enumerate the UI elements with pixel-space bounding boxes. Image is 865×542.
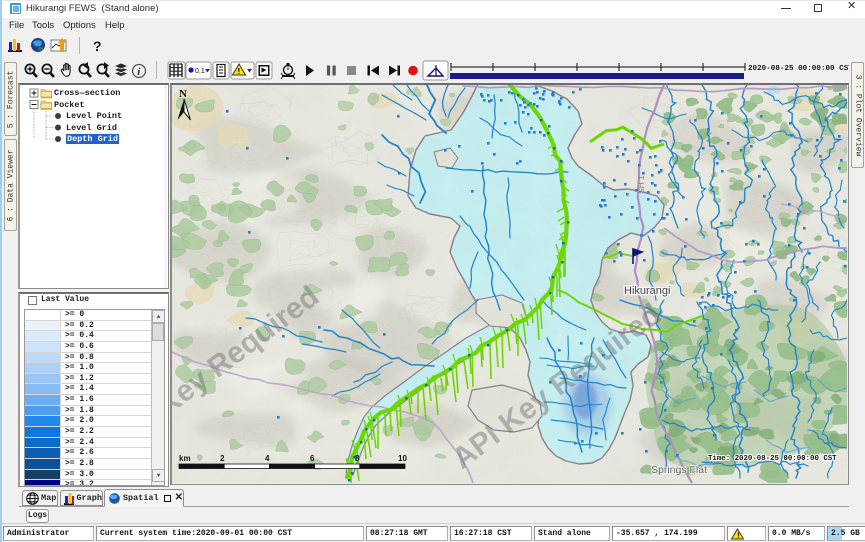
svg-text:10: 10 — [398, 454, 407, 463]
svg-text:8: 8 — [355, 454, 360, 463]
svg-text:!: ! — [238, 67, 241, 76]
svg-text:!: ! — [736, 532, 741, 540]
svg-text:km: km — [179, 454, 191, 463]
svg-text:i: i — [137, 66, 141, 78]
svg-text:?: ? — [93, 38, 102, 54]
svg-text:4: 4 — [265, 454, 270, 463]
svg-text:0.1: 0.1 — [195, 68, 205, 75]
svg-text:2: 2 — [220, 454, 225, 463]
svg-text:2020-08-25 00:00:00 CST: 2020-08-25 00:00:00 CST — [748, 65, 849, 73]
svg-text:6: 6 — [310, 454, 315, 463]
svg-text:N: N — [179, 88, 187, 100]
svg-text:Time: 2020-08-25 00:00:00 CST: Time: 2020-08-25 00:00:00 CST — [708, 455, 837, 463]
